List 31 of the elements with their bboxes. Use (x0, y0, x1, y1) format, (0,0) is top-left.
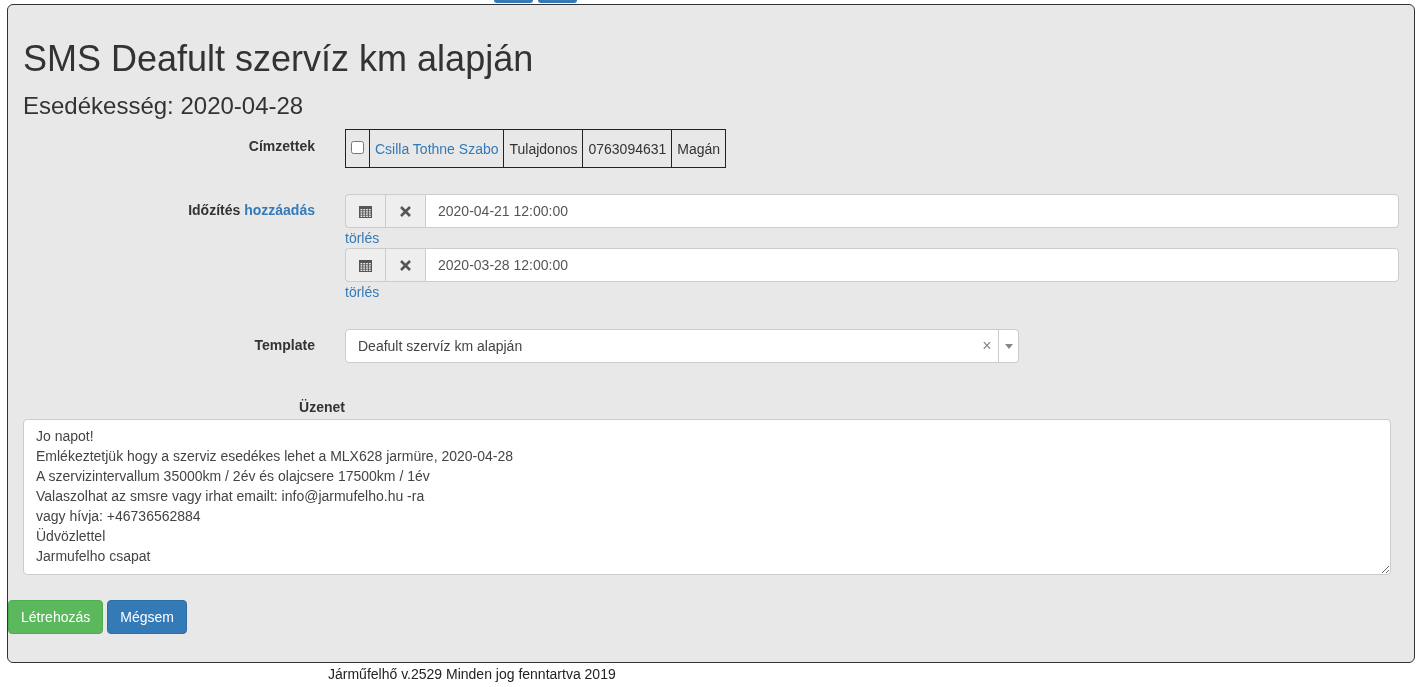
due-date-heading: Esedékesség: 2020-04-28 (23, 91, 305, 121)
message-label: Üzenet (299, 399, 345, 415)
footer-text: Járműfelhő v.2529 Minden jog fenntartva 2019 (328, 666, 616, 682)
template-select[interactable]: Deafult szervíz km alapján × (345, 329, 1019, 363)
table-cell: Magán (671, 129, 726, 168)
add-link[interactable]: hozzáadás (244, 202, 315, 218)
recipients-label: Címzettek (248, 138, 315, 154)
clear-icon[interactable]: × (976, 337, 998, 355)
calendar-icon (359, 204, 372, 218)
calendar-button[interactable] (345, 194, 385, 228)
recipient-link[interactable]: Csilla Tothne Szabo (375, 140, 499, 157)
calendar-button[interactable] (345, 248, 385, 282)
delete-link[interactable]: törlés (345, 282, 380, 302)
schedule-label: Időzítés (188, 202, 241, 218)
checkbox[interactable] (351, 140, 364, 154)
table-cell: Tulajdonos (504, 129, 583, 168)
date-field[interactable]: 2020-03-28 12:00:00 (425, 248, 1399, 282)
table-cell: 0763094631 (582, 129, 672, 168)
close-icon (400, 205, 411, 217)
page-title: SMS Deafult szervíz km alapján (23, 37, 535, 81)
template-label: Template (254, 337, 315, 353)
message-field[interactable]: Jo napot! Emlékeztetjük hogy a szerviz esedékes lehet a MLX628 jarmüre, 2020-04-28 A szervizintervallum 35000km / 2év és olajcsere 17500km / 1év Valaszolhat az smsre vagy irhat emailt: info@jarmufelho.hu -ra vagy hívja: +46736562884 Üdvözlettel Jarmufelho csapat (23, 419, 1391, 575)
cancel-button[interactable]: Mégsem (107, 600, 187, 634)
clear-button[interactable] (385, 248, 425, 282)
create-button[interactable]: Létrehozás (8, 600, 104, 634)
date-field[interactable]: 2020-04-21 12:00:00 (425, 194, 1399, 228)
close-icon (400, 259, 411, 271)
delete-link[interactable]: törlés (345, 228, 380, 248)
clear-button[interactable] (385, 194, 425, 228)
caret-icon (1004, 343, 1013, 349)
calendar-icon (359, 258, 372, 272)
